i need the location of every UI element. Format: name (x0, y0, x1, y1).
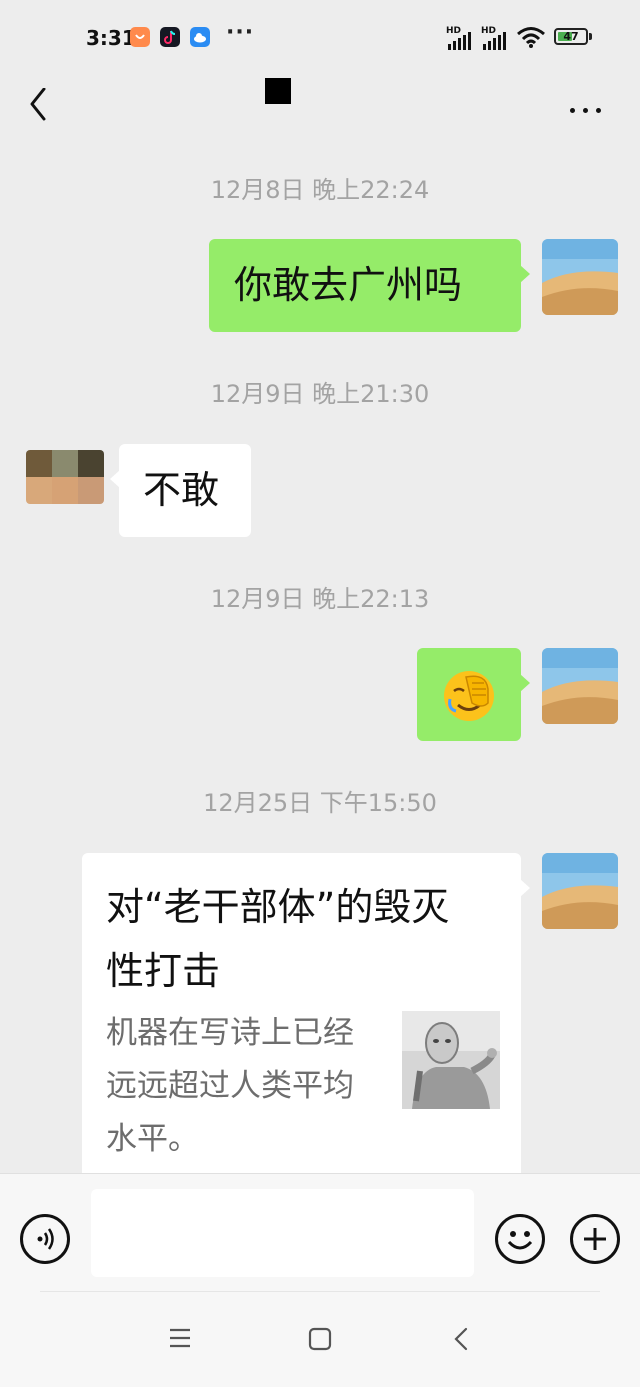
more-notifications-icon: ··· (226, 20, 255, 45)
message-timestamp: 12月9日 晚上21:30 (210, 380, 430, 408)
message-bubble-sent[interactable]: 你敢去广州吗 (209, 239, 530, 332)
battery-icon: 47 (554, 28, 588, 45)
home-icon[interactable] (307, 1327, 333, 1355)
emoji-icon[interactable] (495, 1214, 545, 1264)
message-text: 不敢 (143, 468, 220, 512)
voice-icon[interactable] (20, 1214, 70, 1264)
message-bubble-received[interactable]: 不敢 (110, 444, 251, 537)
status-bar: 3:31 ··· HD HD 47 (0, 0, 640, 74)
system-navigation-bar (0, 1289, 640, 1387)
facepalm-emoji (442, 669, 496, 727)
card-title: 对“老干部体”的毁灭性打击 (106, 885, 450, 993)
card-thumbnail-robot (402, 1011, 500, 1109)
shopping-app-icon (130, 27, 150, 47)
input-bar (0, 1173, 640, 1290)
divider (40, 1291, 600, 1292)
wifi-icon (516, 26, 546, 52)
back-icon[interactable] (452, 1327, 472, 1355)
message-input[interactable] (91, 1189, 474, 1277)
menu-icon[interactable] (168, 1327, 192, 1353)
message-bubble-sent[interactable] (417, 648, 530, 741)
tiktok-icon (160, 27, 180, 47)
more-horizontal-icon[interactable] (566, 100, 606, 120)
chat-header (0, 74, 640, 150)
message-timestamp: 12月8日 晚上22:24 (210, 176, 430, 204)
cloud-app-icon (190, 27, 210, 47)
message-timestamp: 12月25日 下午15:50 (203, 789, 437, 817)
message-text: 你敢去广州吗 (234, 263, 463, 307)
battery-tip (589, 33, 592, 40)
link-card[interactable]: 对“老干部体”的毁灭性打击 机器在写诗上已经远远超过人类平均水平。 (82, 853, 530, 1183)
my-avatar[interactable] (542, 648, 618, 724)
my-avatar[interactable] (542, 239, 618, 315)
card-description: 机器在写诗上已经远远超过人类平均水平。 (106, 1015, 354, 1157)
contact-avatar[interactable] (26, 450, 104, 504)
plus-icon[interactable] (570, 1214, 620, 1264)
chevron-left-icon[interactable] (22, 87, 62, 128)
my-avatar[interactable] (542, 853, 618, 929)
status-time: 3:31 (86, 26, 136, 50)
message-timestamp: 12月9日 晚上22:13 (210, 585, 430, 613)
chat-title-redacted (265, 78, 291, 104)
